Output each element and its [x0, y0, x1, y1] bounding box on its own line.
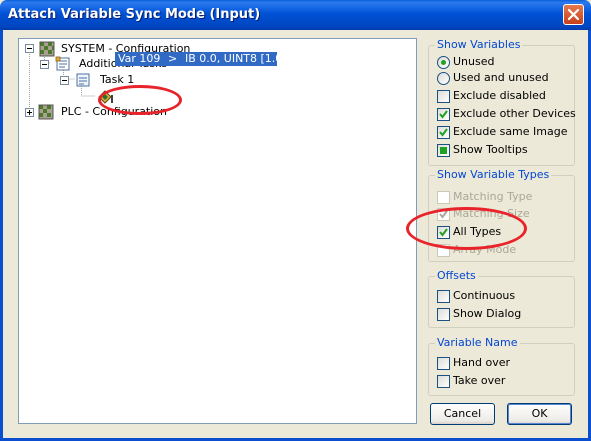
title-bar: Attach Variable Sync Mode (Input) [0, 0, 591, 30]
exclude-disabled-label: Exclude disabled [453, 89, 546, 102]
additional-tasks-icon [55, 56, 70, 71]
close-button[interactable] [563, 4, 584, 25]
expand-icon[interactable] [25, 108, 34, 117]
show-dialog-label: Show Dialog [453, 307, 522, 320]
exclude-other-devices-label: Exclude other Devices [453, 107, 576, 120]
radio-selected [437, 56, 450, 69]
plc-config-icon [38, 104, 54, 120]
variable-info: IB 0.0, UINT8 [1.0] [185, 52, 287, 65]
annotation-ellipse-variable [98, 85, 182, 115]
continuous-label: Continuous [453, 289, 516, 302]
show-variable-types-title: Show Variable Types [435, 168, 552, 182]
show-tooltips-label: Show Tooltips [453, 143, 528, 156]
collapse-icon[interactable] [40, 60, 49, 69]
unused-label: Unused [453, 55, 495, 68]
show-variables-title: Show Variables [435, 38, 523, 52]
tree-view[interactable]: SYSTEM - Configuration Additional Tasks … [18, 38, 417, 424]
ok-button[interactable]: OK [507, 403, 572, 425]
hand-over-label: Hand over [453, 356, 510, 369]
check-icon [439, 128, 448, 137]
offsets-title: Offsets [435, 269, 478, 283]
window-title: Attach Variable Sync Mode (Input) [8, 7, 261, 22]
variable-name-title: Variable Name [435, 336, 520, 350]
take-over-label: Take over [453, 374, 506, 387]
collapse-icon[interactable] [25, 44, 34, 53]
system-config-icon [39, 41, 55, 57]
variable-arrow: > [168, 52, 178, 65]
exclude-same-image-label: Exclude same Image [453, 125, 568, 138]
close-icon [568, 9, 579, 20]
cancel-button[interactable]: Cancel [430, 403, 495, 425]
task-icon [76, 73, 90, 87]
indeterminate-icon [440, 147, 447, 154]
collapse-icon[interactable] [60, 76, 69, 85]
matching-type-label: Matching Type [453, 190, 533, 203]
radio-unselected [437, 72, 450, 85]
variable-label: Var 109 [118, 52, 161, 65]
used-and-unused-label: Used and unused [453, 71, 549, 84]
annotation-ellipse-all-types [406, 207, 527, 250]
check-icon [439, 110, 448, 119]
